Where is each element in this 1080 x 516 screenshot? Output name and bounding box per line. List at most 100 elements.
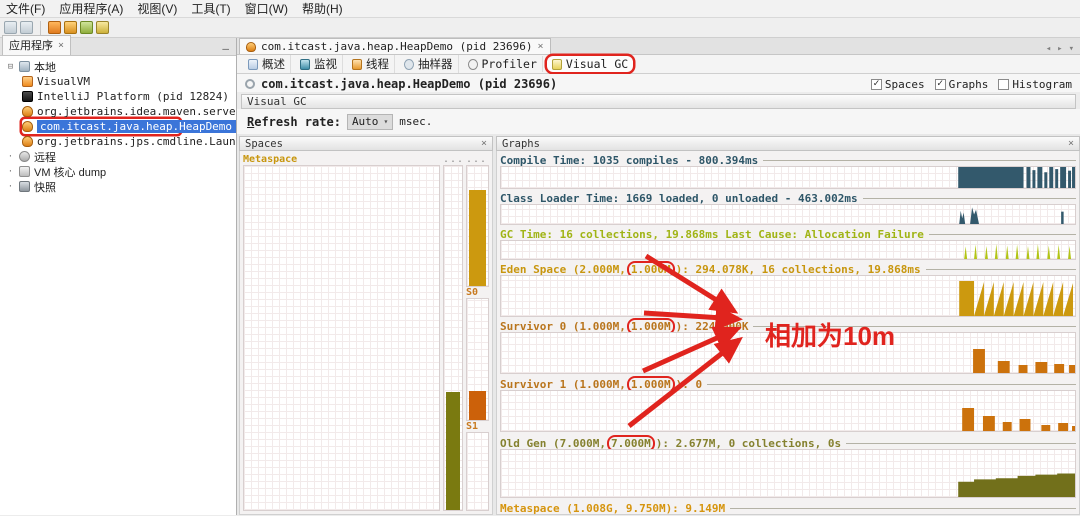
tree-item-local[interactable]: ⊟ 本地 (6, 59, 236, 74)
spaces-toggle[interactable]: Spaces (870, 78, 925, 91)
sidebar-tab-strip: 应用程序 × — (0, 35, 236, 56)
close-icon[interactable]: × (58, 40, 64, 51)
menu-tools[interactable]: 工具(T) (191, 0, 230, 17)
menu-help[interactable]: 帮助(H) (302, 0, 343, 17)
tree-item-remote[interactable]: · 远程 (6, 149, 236, 164)
close-icon[interactable]: × (538, 41, 544, 52)
survivor1-space-section: S1 (466, 421, 489, 511)
class-loader-title: Class Loader Time: 1669 loaded, 0 unload… (500, 191, 858, 205)
expand-icon[interactable]: · (6, 182, 15, 192)
old-gen-title-suffix: ): 2.677M, 0 collections, 0s (655, 436, 842, 450)
tab-profiler[interactable]: Profiler (463, 56, 543, 72)
survivor1-row: Survivor 1 (1.000M, 1.000M ): 0 (500, 378, 1076, 432)
tree-item-coredump[interactable]: · VM 核心 dump (6, 164, 236, 179)
survivor1-title-suffix: ): 0 (675, 377, 703, 391)
eden-space-graph (500, 275, 1076, 317)
survivor0-title-suffix: ): 224.000K (675, 319, 749, 333)
tree-item-snapshots[interactable]: · 快照 (6, 179, 236, 194)
survivor0-space-label: S0 (466, 287, 479, 298)
checkbox-checked-icon[interactable] (934, 78, 946, 90)
class-loader-graph (500, 204, 1076, 225)
overview-icon (248, 58, 258, 70)
old-gen-title-prefix: Old Gen (7.000M, (500, 436, 606, 450)
intellij-icon (22, 91, 33, 102)
expand-icon[interactable]: · (6, 167, 15, 177)
histogram-toggle[interactable]: Histogram (998, 78, 1072, 91)
class-loader-time-row: Class Loader Time: 1669 loaded, 0 unload… (500, 192, 1076, 225)
scroll-tabs-left-icon[interactable]: ◂ (1046, 44, 1051, 54)
tab-heapdemo-document[interactable]: com.itcast.java.heap.HeapDemo (pid 23696… (239, 38, 551, 54)
young-spaces-column: ... S0 S1 (466, 154, 489, 511)
old-gen-capacity-annotation-box: 7.000M (610, 436, 651, 450)
compile-time-row: Compile Time: 1035 compiles - 800.394ms (500, 154, 1076, 189)
tree-item-remotemavenserver[interactable]: org.jetbrains.idea.maven.server.RemoteMa… (22, 104, 236, 119)
heap-dump-icon[interactable] (64, 21, 77, 34)
graphs-panel: Graphs × Compile Time: 1035 compiles - 8… (496, 136, 1080, 515)
metaspace-row: Metaspace (1.008G, 9.750M): 9.149M (500, 501, 1076, 515)
old-gen-row: Old Gen (7.000M, 7.000M ): 2.677M, 0 col… (500, 437, 1076, 498)
eden-title-prefix: Eden Space (2.000M, (500, 262, 626, 276)
gc-time-row: GC Time: 16 collections, 19.868ms Last C… (500, 228, 1076, 260)
eden-space-fill-bar (469, 190, 486, 286)
scroll-tabs-right-icon[interactable]: ▸ (1057, 44, 1062, 54)
thread-dump-icon[interactable] (80, 21, 93, 34)
snapshot-icon[interactable] (96, 21, 109, 34)
old-space-section: ... (443, 154, 463, 511)
refresh-rate-label: Refresh rate: (247, 114, 341, 129)
main-area: com.itcast.java.heap.HeapDemo (pid 23696… (237, 38, 1080, 515)
tab-sampler[interactable]: 抽样器 (399, 55, 459, 73)
toolbar-separator (40, 20, 41, 35)
survivor1-space-graph (466, 432, 489, 511)
chevron-down-icon: ▾ (383, 117, 389, 126)
document-tab-strip: com.itcast.java.heap.HeapDemo (pid 23696… (237, 38, 1080, 55)
close-icon[interactable]: × (481, 138, 487, 149)
sidebar-tab-title: 应用程序 (9, 40, 53, 52)
eden-space-label-truncated: ... (466, 154, 488, 165)
checkbox-unchecked-icon[interactable] (998, 78, 1010, 90)
tab-threads[interactable]: 线程 (347, 55, 395, 73)
monitor-icon (300, 58, 310, 70)
tab-overview[interactable]: 概述 (243, 55, 291, 73)
save-snapshot-icon[interactable] (20, 21, 33, 34)
menu-window[interactable]: 窗口(W) (245, 0, 288, 17)
refresh-rate-select[interactable]: Auto ▾ (346, 113, 394, 130)
add-application-icon[interactable] (48, 21, 61, 34)
metaspace-title: Metaspace (1.008G, 9.750M): 9.149M (500, 501, 726, 515)
close-icon[interactable]: × (1068, 138, 1074, 149)
eden-capacity-annotation-box: 1.000M (630, 262, 671, 276)
tab-applications[interactable]: 应用程序 × (2, 35, 72, 55)
applications-sidebar: 应用程序 × — ⊟ 本地 VisualVM IntelliJ Platform… (0, 35, 237, 515)
expand-icon[interactable]: · (6, 152, 15, 162)
java-app-icon (22, 136, 33, 147)
tab-visual-gc[interactable]: Visual GC (546, 56, 634, 72)
survivor0-row: Survivor 0 (1.000M, 1.000M ): 224.000K (500, 320, 1076, 374)
menu-view[interactable]: 视图(V) (137, 0, 177, 17)
checkbox-checked-icon[interactable] (870, 78, 882, 90)
local-node-icon (19, 61, 30, 72)
gc-time-title: GC Time: 16 collections, 19.868ms Last C… (500, 227, 924, 241)
survivor1-graph (500, 390, 1076, 432)
menu-file[interactable]: 文件(F) (6, 0, 45, 17)
graphs-panel-header: Graphs × (496, 136, 1080, 151)
tree-item-visualvm[interactable]: VisualVM (22, 74, 236, 89)
refresh-rate-unit: msec. (399, 115, 433, 128)
visual-gc-panels: Spaces × Metaspace ... ... S0 S1 Graphs … (237, 134, 1080, 515)
eden-title-suffix: ): 294.078K, 16 collections, 19.868ms (675, 262, 921, 276)
spaces-panel-header: Spaces × (239, 136, 493, 151)
remote-node-icon (19, 151, 30, 162)
tree-item-intellij[interactable]: IntelliJ Platform (pid 12824) (22, 89, 236, 104)
load-snapshot-icon[interactable] (4, 21, 17, 34)
collapse-icon[interactable]: ⊟ (6, 62, 15, 72)
tab-list-icon[interactable]: ▾ (1069, 44, 1074, 54)
tab-monitor[interactable]: 监视 (295, 55, 343, 73)
menu-applications[interactable]: 应用程序(A) (59, 0, 123, 17)
graphs-toggle[interactable]: Graphs (934, 78, 988, 91)
survivor0-capacity-annotation-box: 1.000M (630, 319, 671, 333)
snapshot-node-icon (19, 181, 30, 192)
tree-item-jps-launcher[interactable]: org.jetbrains.jps.cmdline.Launcher (pid … (22, 134, 236, 149)
spaces-panel-body: Metaspace ... ... S0 S1 (239, 151, 493, 515)
process-status-icon (245, 79, 255, 89)
tree-item-heapdemo[interactable]: com.itcast.java.heap.HeapDemo (pid 23696… (22, 119, 236, 134)
visual-gc-icon (551, 58, 562, 70)
minimize-sidebar-button[interactable]: — (217, 42, 234, 55)
